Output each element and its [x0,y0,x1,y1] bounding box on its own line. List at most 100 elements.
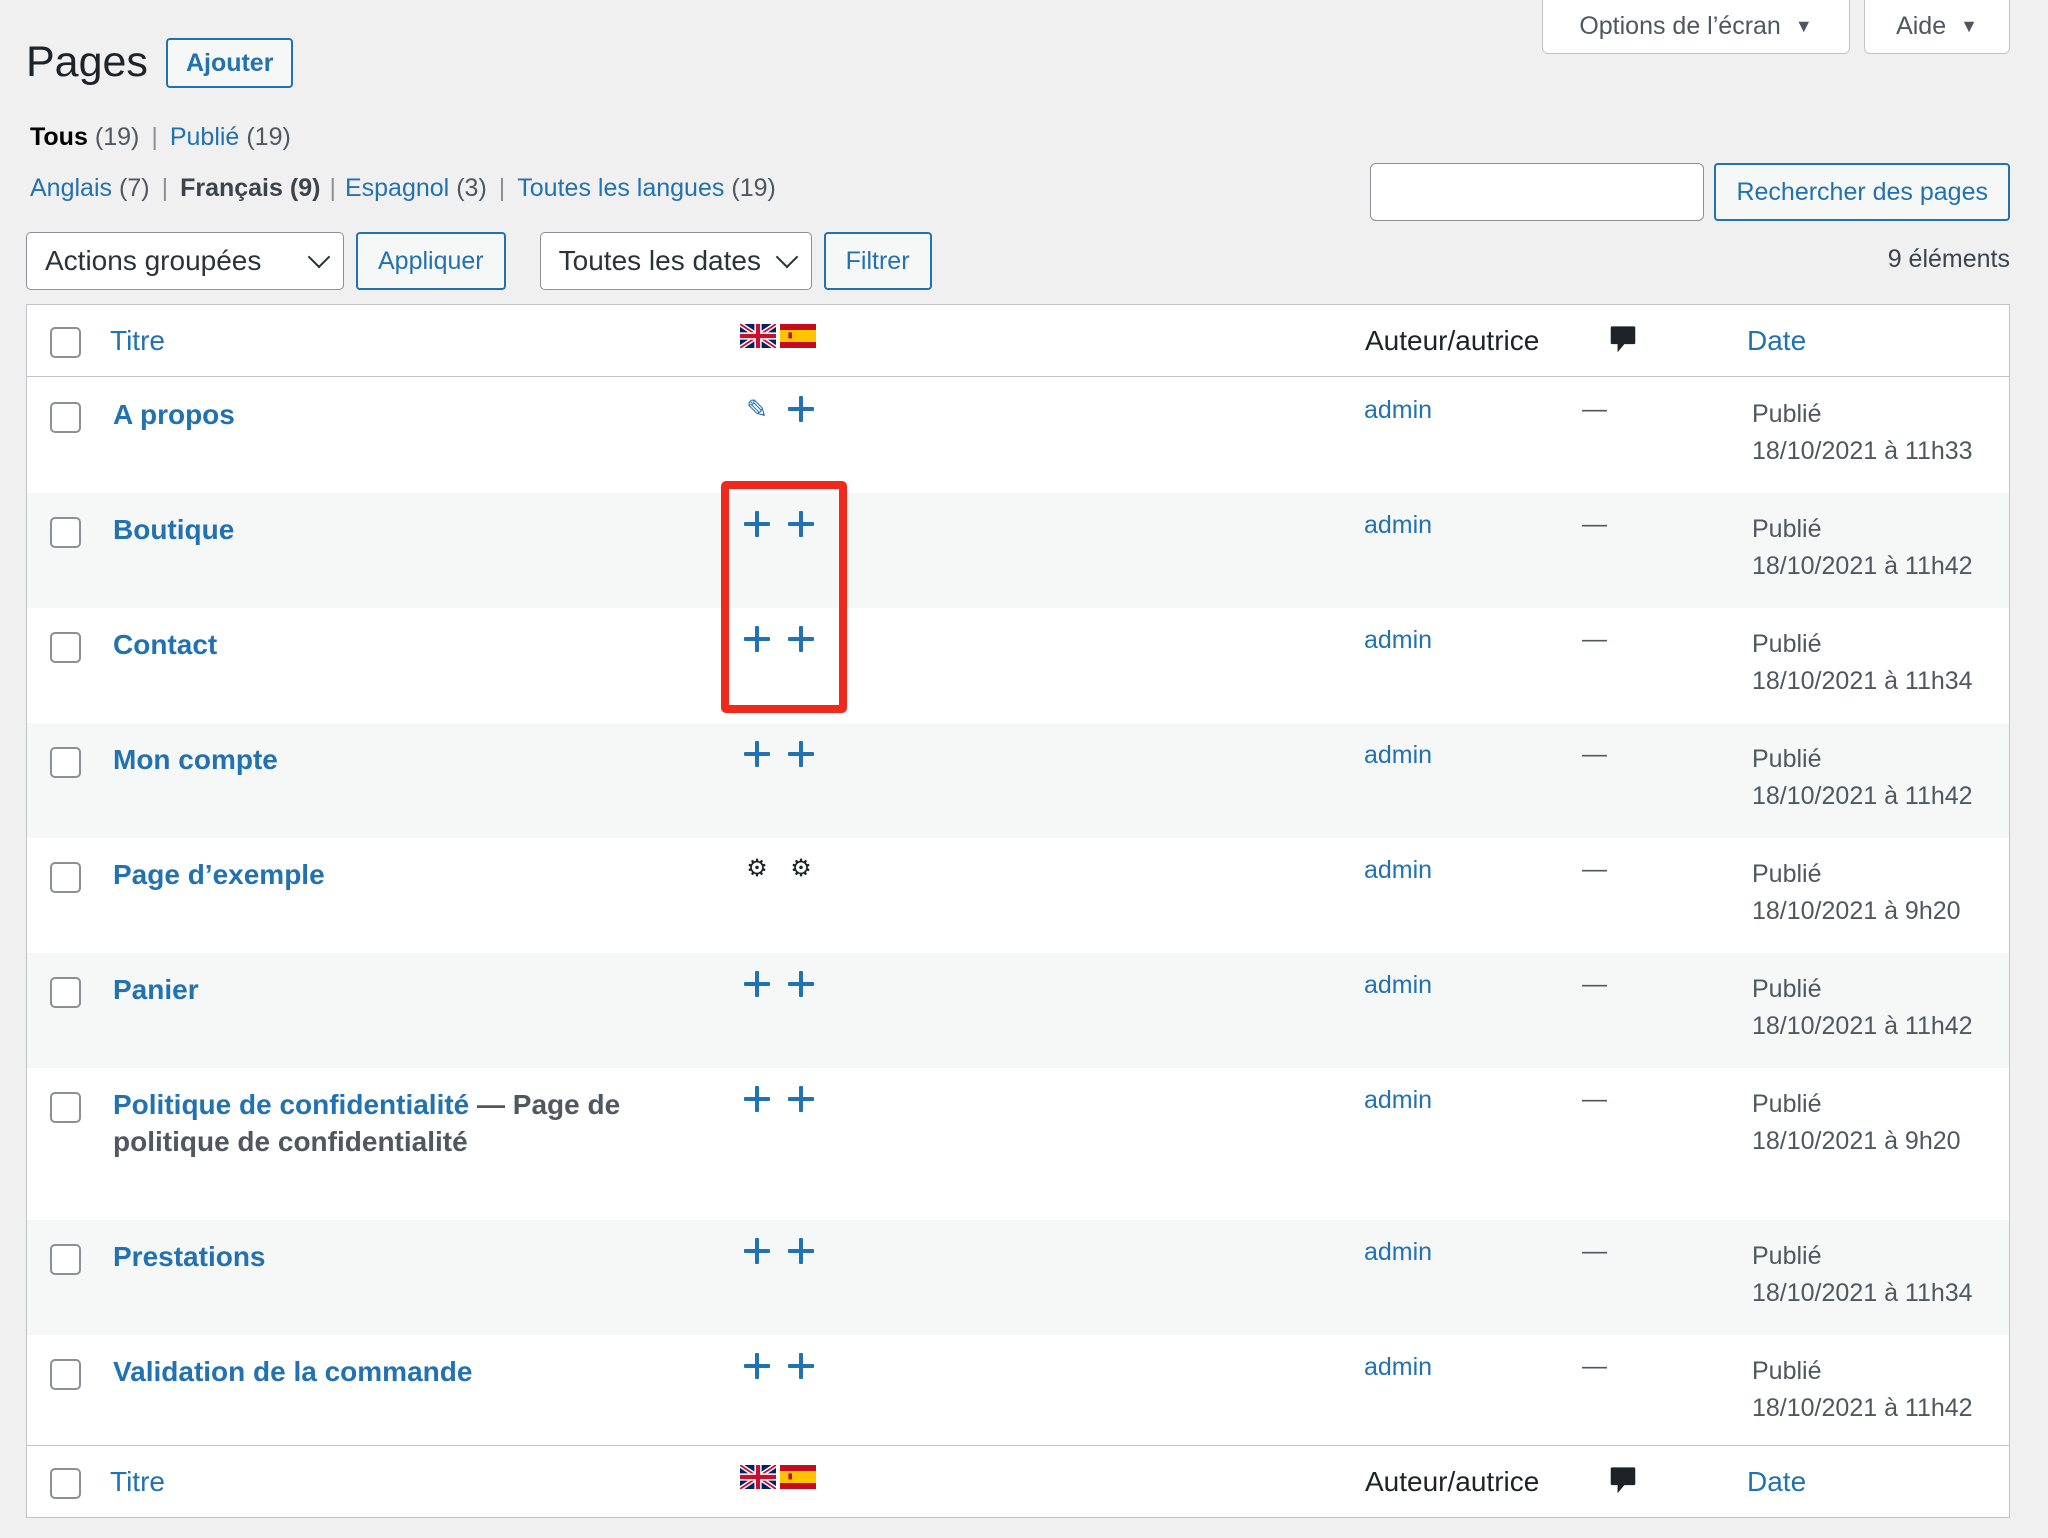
row-checkbox[interactable] [50,977,81,1008]
add-translation-icon[interactable] [788,971,814,997]
add-translation-icon[interactable] [744,971,770,997]
filter-published-count: (19) [246,123,291,151]
row-checkbox[interactable] [50,402,81,433]
filter-lang-spanish[interactable]: Espagnol [345,174,449,203]
row-status: Publié [1752,1357,1822,1385]
row-author[interactable]: admin [1364,1353,1432,1382]
column-title-footer[interactable]: Titre [110,1466,165,1498]
help-label: Aide [1896,12,1947,40]
table-footer: Titre Auteur/autrice Date [27,1445,2009,1517]
search-box: Rechercher des pages [1370,163,2010,221]
search-input[interactable] [1370,163,1705,221]
apply-button[interactable]: Appliquer [356,232,506,290]
table-row: Politique de confidentialité — Page de p… [27,1068,2009,1220]
row-author[interactable]: admin [1364,971,1432,1000]
screen-options-button[interactable]: Options de l’écran ▼ [1542,0,1850,54]
add-translation-icon[interactable] [744,1238,770,1264]
annotation-highlight-box [721,481,847,713]
row-date-value: 18/10/2021 à 9h20 [1752,897,1961,925]
filter-button[interactable]: Filtrer [823,232,932,290]
row-checkbox[interactable] [50,1092,81,1123]
add-translation-icon[interactable] [744,1353,770,1379]
add-translation-icon[interactable] [788,1353,814,1379]
row-author[interactable]: admin [1364,856,1432,885]
row-date-value: 18/10/2021 à 11h42 [1752,1394,1973,1422]
pages-table: Titre Auteur/autrice Date A propos ✎ adm… [26,304,2010,1518]
row-checkbox[interactable] [50,1244,81,1275]
filter-all[interactable]: Tous [30,123,88,152]
row-title-link[interactable]: Page d’exemple [113,859,325,890]
row-date: Publié 18/10/2021 à 11h34 [1752,626,1973,700]
filter-lang-english[interactable]: Anglais [30,174,112,203]
row-author[interactable]: admin [1364,511,1432,540]
edit-translation-icon[interactable]: ✎ [744,396,770,422]
row-date: Publié 18/10/2021 à 11h33 [1752,396,1973,470]
help-button[interactable]: Aide ▼ [1864,0,2010,54]
separator: | [161,174,169,202]
table-body: A propos ✎ admin — Publié 18/10/2021 à 1… [27,378,2009,1450]
page-header: Pages Ajouter [26,36,294,88]
filter-lang-english-count: (7) [119,174,150,202]
row-checkbox[interactable] [50,747,81,778]
row-title-link[interactable]: Politique de confidentialité [113,1089,469,1120]
row-date: Publié 18/10/2021 à 11h42 [1752,511,1973,585]
row-title: Politique de confidentialité — Page de p… [113,1086,633,1160]
row-checkbox[interactable] [50,862,81,893]
row-language-actions: ✎ [744,396,814,422]
filter-published[interactable]: Publié [170,123,240,152]
row-title-link[interactable]: A propos [113,399,235,430]
table-row: Page d’exemple ⚙ ⚙ admin — Publié 18/10/2… [27,838,2009,953]
row-checkbox[interactable] [50,1359,81,1390]
add-translation-icon[interactable] [788,1238,814,1264]
row-title: Mon compte [113,741,633,778]
dates-select[interactable]: Toutes les dates [539,232,812,290]
row-title-link[interactable]: Mon compte [113,744,278,775]
row-author[interactable]: admin [1364,1238,1432,1267]
row-status: Publié [1752,860,1822,888]
column-date-footer[interactable]: Date [1747,1466,1806,1498]
row-title-link[interactable]: Contact [113,629,217,660]
row-checkbox[interactable] [50,517,81,548]
column-date[interactable]: Date [1747,325,1806,357]
table-row: Boutique admin — Publié 18/10/2021 à 11h… [27,493,2009,608]
row-author[interactable]: admin [1364,626,1432,655]
filter-lang-french[interactable]: Français [180,174,283,203]
add-translation-icon[interactable] [788,396,814,422]
row-status: Publié [1752,630,1822,658]
row-language-actions [744,1086,814,1112]
gears-icon[interactable]: ⚙ [744,856,770,882]
add-translation-icon[interactable] [744,1086,770,1112]
add-translation-icon[interactable] [744,741,770,767]
row-title: Panier [113,971,633,1008]
row-author[interactable]: admin [1364,741,1432,770]
bulk-actions-select[interactable]: Actions groupées [26,232,344,290]
tablenav: Actions groupées Appliquer Toutes les da… [26,232,932,290]
es-flag-icon [780,324,816,348]
column-title[interactable]: Titre [110,325,165,357]
row-author[interactable]: admin [1364,396,1432,425]
add-translation-icon[interactable] [788,1086,814,1112]
filter-lang-all[interactable]: Toutes les langues [517,174,724,203]
status-filters: Tous (19) | Publié (19) [30,123,291,152]
select-all-checkbox[interactable] [50,327,81,358]
add-translation-icon[interactable] [788,741,814,767]
row-comments: — [1582,970,1607,998]
row-title-link[interactable]: Prestations [113,1241,266,1272]
select-all-checkbox-footer[interactable] [50,1468,81,1499]
row-title-link[interactable]: Boutique [113,514,234,545]
triangle-down-icon: ▼ [1794,16,1813,36]
separator: | [329,174,336,202]
row-author[interactable]: admin [1364,1086,1432,1115]
row-title: Prestations [113,1238,633,1275]
separator: | [498,174,506,202]
gears-icon[interactable]: ⚙ [788,856,814,882]
row-language-actions: ⚙ ⚙ [744,856,814,882]
row-title-link[interactable]: Panier [113,974,199,1005]
dates-value: Toutes les dates [558,245,761,276]
search-pages-button[interactable]: Rechercher des pages [1714,163,2010,221]
row-date-value: 18/10/2021 à 11h42 [1752,782,1973,810]
row-checkbox[interactable] [50,632,81,663]
row-title-link[interactable]: Validation de la commande [113,1356,472,1387]
row-language-actions [744,1353,814,1379]
add-page-button[interactable]: Ajouter [165,38,294,88]
